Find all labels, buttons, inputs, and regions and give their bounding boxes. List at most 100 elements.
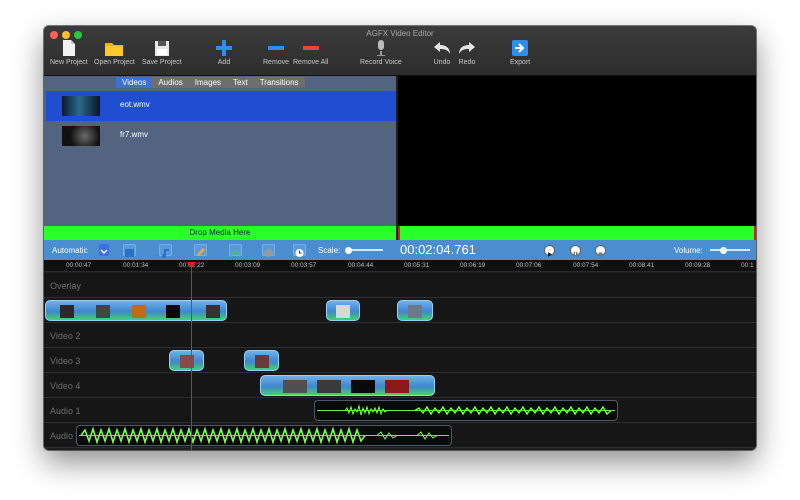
video-track-button[interactable] [123,244,136,257]
app-window: AGFX Video Editor New Project Open Proje… [44,26,756,450]
track-label: Audio 1 [50,406,81,416]
tab-text[interactable]: Text [227,77,254,88]
remove-all-button[interactable]: Remove All [293,40,328,66]
mode-select-label[interactable]: Automatic [52,246,88,255]
snapshot-button[interactable] [293,244,306,257]
track-audio-1[interactable]: Audio 1 [44,398,756,423]
video-clip[interactable] [169,350,204,371]
play-button[interactable] [544,245,555,257]
export-label: Export [510,59,531,66]
ruler-label: 00:07:06 [516,262,542,269]
video-clip[interactable] [260,375,435,396]
track-video-1[interactable] [44,298,756,323]
film-icon [125,249,134,257]
undo-label: Undo [433,59,451,66]
preview-end-marker [754,226,756,240]
drop-media-zone[interactable]: Drop Media Here [44,226,396,240]
microphone-icon [376,40,385,56]
clip-frame [351,380,375,393]
export-icon [512,40,529,56]
add-button[interactable]: Add [216,40,232,66]
ruler-label: 00:04:44 [348,262,374,269]
clip-frame [60,305,74,318]
scale-slider-knob[interactable] [345,247,352,254]
track-video-2[interactable]: Video 2 [44,323,756,348]
edit-button[interactable] [194,244,207,256]
clip-frame [132,305,146,318]
open-project-button[interactable]: Open Project [94,40,135,66]
ruler-label: 00:01:34 [123,262,149,269]
plus-icon [216,40,232,56]
undo-arrow-icon [434,42,450,54]
track-audio-2[interactable]: Audio [44,423,756,448]
timeline-playhead[interactable] [191,264,192,450]
export-button[interactable]: Export [510,40,530,66]
save-project-button[interactable]: Save Project [142,40,182,66]
track-label: Video 2 [50,331,81,341]
media-item[interactable]: eot.wmv [46,91,396,121]
ruler-label: 00:08:41 [629,262,655,269]
minus-blue-icon [268,46,285,50]
folder-icon [105,43,124,56]
ruler-label: 00:1 [741,262,754,269]
new-project-label: New Project [50,59,88,66]
redo-button[interactable]: Redo [458,40,476,66]
remove-button[interactable]: Remove [263,40,289,66]
volume-label: Volume: [674,246,703,255]
tab-videos[interactable]: Videos [116,77,153,88]
clip-frame [408,305,422,318]
media-item[interactable]: fr7.wmv [46,121,396,151]
clip-frame [317,380,341,393]
undo-button[interactable]: Undo [433,40,451,66]
track-video-4[interactable]: Video 4 [44,373,756,398]
clip-frame [96,305,110,318]
audio-track-button[interactable] [159,244,172,258]
fade-button[interactable] [229,244,242,258]
record-voice-button[interactable]: Record Voice [360,40,402,66]
add-label: Add [217,59,231,66]
volume-slider-knob[interactable] [720,247,727,254]
track-label: Video 4 [50,381,81,391]
pause-icon [573,252,578,257]
remove-label: Remove [263,59,290,66]
volume-slider[interactable] [710,249,750,251]
stop-button[interactable] [595,245,606,257]
tab-images[interactable]: Images [189,77,227,88]
pause-button[interactable] [570,245,581,257]
current-timecode: 00:02:04.761 [400,242,476,257]
media-library-panel: Videos Audios Images Text Transitions eo… [44,76,396,226]
timeline-controls: Automatic Scale: 00:02:04.761 Volume: [44,240,756,260]
window-title: AGFX Video Editor [366,29,434,38]
track-overlay[interactable]: Overlay [44,273,756,298]
video-thumbnail [62,96,100,116]
track-video-3[interactable]: Video 3 [44,348,756,373]
video-clip[interactable] [244,350,279,371]
clip-frame [206,305,220,318]
mode-dropdown-button[interactable] [99,244,109,256]
video-clip[interactable] [397,300,433,321]
media-item-name: fr7.wmv [120,130,148,139]
audio-clip[interactable] [76,425,452,446]
split-button[interactable] [262,244,275,257]
preview-progress-bar[interactable] [398,226,756,240]
ruler-label: 00:03:09 [235,262,261,269]
ruler-label: 00:05:31 [404,262,430,269]
new-document-icon [62,40,75,56]
ruler-label: 00:00:47 [66,262,92,269]
clip-frame [166,305,180,318]
clip-frame [385,380,409,393]
record-voice-label: Record Voice [360,59,402,66]
open-project-label: Open Project [94,59,135,66]
scale-slider[interactable] [347,249,383,251]
video-clip[interactable] [45,300,227,321]
clip-frame [255,355,269,368]
tab-transitions[interactable]: Transitions [254,77,305,88]
tab-audios[interactable]: Audios [152,77,188,88]
timeline-ruler[interactable]: 00:00:47 00:01:34 00:02:22 00:03:09 00:0… [44,260,756,272]
audio-clip[interactable] [314,400,618,421]
split-circle-icon [264,249,273,257]
new-project-button[interactable]: New Project [50,40,88,66]
video-clip[interactable] [326,300,360,321]
pencil-icon [197,248,205,256]
toolbar: AGFX Video Editor New Project Open Proje… [44,26,756,76]
